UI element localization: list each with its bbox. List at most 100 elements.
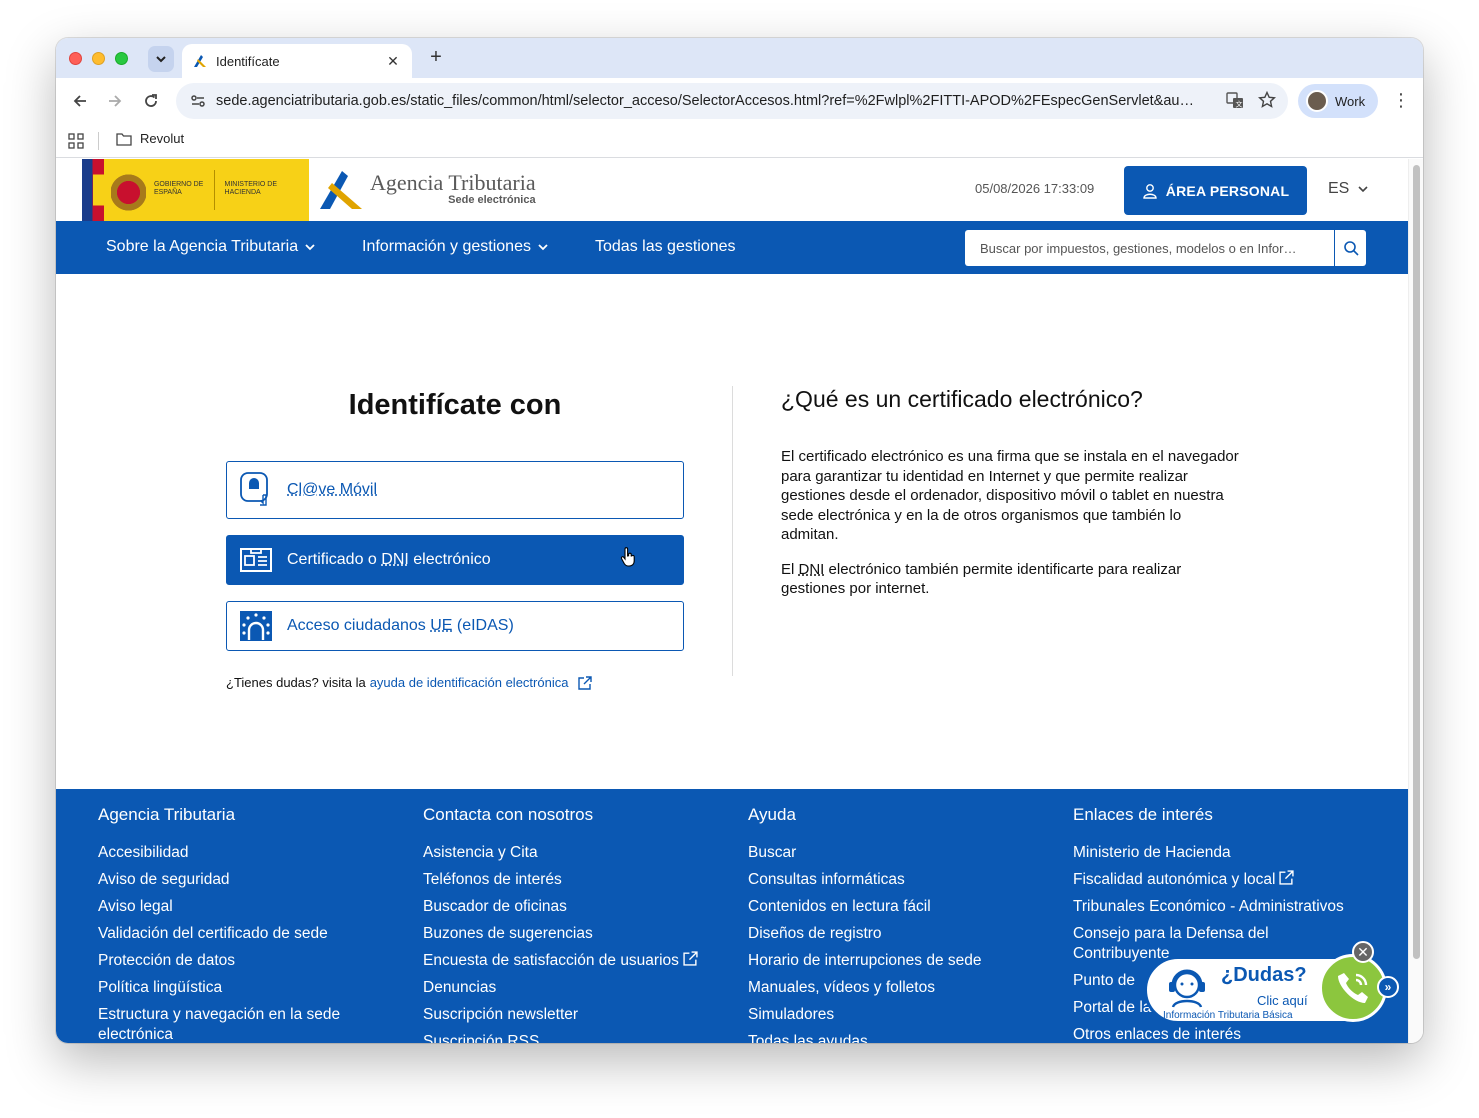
site-info-icon[interactable] bbox=[190, 93, 206, 109]
dudas-subtitle: Información Tributaria Básica bbox=[1163, 1010, 1293, 1021]
bookmark-label: Revolut bbox=[140, 131, 185, 146]
aeat-favicon-icon bbox=[194, 55, 206, 67]
back-button[interactable] bbox=[68, 89, 92, 113]
profile-name: Work bbox=[1335, 93, 1366, 109]
gobierno-logo[interactable]: GOBIERNO DE ESPAÑA MINISTERIO DE HACIEND… bbox=[82, 159, 309, 221]
footer-link[interactable]: Política lingüística bbox=[98, 978, 398, 998]
forward-button[interactable] bbox=[103, 89, 127, 113]
tab-search-button[interactable] bbox=[148, 46, 174, 72]
footer-link[interactable]: Manuales, vídeos y folletos bbox=[748, 978, 1048, 998]
chevron-down-icon bbox=[1358, 186, 1368, 193]
agency-subtitle: Sede electrónica bbox=[448, 194, 536, 206]
eidas-option[interactable]: Acceso ciudadanos UE (eIDAS) bbox=[226, 601, 684, 651]
info-title: ¿Qué es un certificado electrónico? bbox=[781, 386, 1143, 412]
footer-link[interactable]: Aviso legal bbox=[98, 897, 398, 917]
external-link-icon bbox=[1279, 870, 1295, 885]
nav-todas-gestiones[interactable]: Todas las gestiones bbox=[595, 238, 736, 256]
footer-link[interactable]: Diseños de registro bbox=[748, 924, 1048, 944]
footer-link[interactable]: Ministerio de Hacienda bbox=[1073, 843, 1373, 863]
address-bar[interactable]: sede.agenciatributaria.gob.es/static_fil… bbox=[176, 83, 1288, 119]
footer-link[interactable]: Horario de interrupciones de sede bbox=[748, 951, 1048, 971]
option-label: Acceso ciudadanos UE (eIDAS) bbox=[287, 617, 514, 634]
svg-text:文: 文 bbox=[1236, 100, 1243, 109]
help-link[interactable]: ayuda de identificación electrónica bbox=[370, 675, 569, 690]
chevron-down-icon bbox=[305, 244, 315, 251]
browser-menu-icon[interactable]: ⋮ bbox=[1392, 90, 1410, 110]
footer-link[interactable]: Tribunales Económico - Administrativos bbox=[1073, 897, 1373, 917]
aeat-logo[interactable]: Agencia Tributaria Sede electrónica bbox=[318, 167, 536, 211]
area-personal-label: ÁREA PERSONAL bbox=[1165, 182, 1290, 199]
footer-link[interactable]: Suscripción RSS bbox=[423, 1032, 723, 1043]
footer-link[interactable]: Otros enlaces de interés bbox=[1073, 1025, 1373, 1043]
footer-link[interactable]: Accesibilidad bbox=[98, 843, 398, 863]
browser-window: Identifícate ✕ + sede.agenciatributaria.… bbox=[56, 38, 1423, 1043]
bookmarks-bar: Revolut bbox=[56, 124, 1423, 158]
gov-text: GOBIERNO DE ESPAÑA bbox=[153, 181, 204, 196]
footer-link[interactable]: Buscador de oficinas bbox=[423, 897, 723, 917]
footer-link-fiscalidad[interactable]: Fiscalidad autonómica y local bbox=[1073, 870, 1373, 890]
nav-label: Sobre la Agencia Tributaria bbox=[106, 238, 299, 255]
footer-link[interactable]: Protección de datos bbox=[98, 951, 398, 971]
chevron-down-icon bbox=[156, 56, 166, 63]
dudas-close-icon[interactable]: ✕ bbox=[1352, 941, 1374, 963]
footer-heading: Enlaces de interés bbox=[1073, 805, 1213, 824]
coat-of-arms-icon bbox=[110, 165, 146, 215]
eu-stars-icon bbox=[240, 611, 272, 641]
search-button[interactable] bbox=[1334, 230, 1366, 266]
close-window-button[interactable] bbox=[69, 52, 82, 65]
agency-name: Agencia Tributaria bbox=[370, 170, 536, 195]
reload-button[interactable] bbox=[139, 89, 163, 113]
site-search bbox=[965, 230, 1366, 266]
minimize-window-button[interactable] bbox=[92, 52, 105, 65]
info-section: ¿Qué es un certificado electrónico? El c… bbox=[781, 386, 1241, 599]
dudas-title: ¿Dudas? bbox=[1221, 964, 1307, 986]
footer-link[interactable]: Suscripción newsletter bbox=[423, 1005, 723, 1025]
page-scrollbar[interactable] bbox=[1408, 159, 1423, 1043]
apps-grid-icon[interactable] bbox=[68, 133, 84, 149]
footer-link[interactable]: Consultas informáticas bbox=[748, 870, 1048, 890]
dudas-cta: Clic aquí bbox=[1257, 993, 1308, 1008]
footer-heading: Agencia Tributaria bbox=[98, 805, 236, 824]
translate-icon[interactable]: 文 bbox=[1226, 91, 1244, 109]
footer-link[interactable]: Simuladores bbox=[748, 1005, 1048, 1025]
tab-title: Identifícate bbox=[216, 53, 280, 69]
tab-close-icon[interactable]: ✕ bbox=[384, 53, 402, 70]
bookmark-revolut[interactable]: Revolut bbox=[116, 131, 184, 146]
help-text: ¿Tienes dudas? visita la bbox=[226, 675, 366, 690]
area-personal-button[interactable]: ÁREA PERSONAL bbox=[1124, 166, 1307, 215]
footer-link[interactable]: Teléfonos de interés bbox=[423, 870, 723, 890]
footer-link[interactable]: Buscar bbox=[748, 843, 1048, 863]
new-tab-button[interactable]: + bbox=[424, 46, 448, 69]
nav-informacion-gestiones[interactable]: Información y gestiones bbox=[362, 238, 549, 256]
footer-link[interactable]: Aviso de seguridad bbox=[98, 870, 398, 890]
language-label: ES bbox=[1328, 180, 1350, 197]
clave-movil-option[interactable]: Cl@ve Móvil bbox=[226, 461, 684, 519]
footer-link[interactable]: Todas las ayudas bbox=[748, 1032, 1048, 1043]
folder-icon bbox=[116, 132, 132, 146]
site-header: GOBIERNO DE ESPAÑA MINISTERIO DE HACIEND… bbox=[56, 159, 1408, 221]
footer-link[interactable]: Asistencia y Cita bbox=[423, 843, 723, 863]
footer-link[interactable]: Contenidos en lectura fácil bbox=[748, 897, 1048, 917]
search-input[interactable] bbox=[965, 230, 1334, 266]
footer-link[interactable]: Buzones de sugerencias bbox=[423, 924, 723, 944]
certificado-dni-option[interactable]: Certificado o DNI electrónico bbox=[226, 535, 684, 585]
scrollbar-thumb[interactable] bbox=[1413, 165, 1420, 959]
dudas-expand-icon[interactable]: » bbox=[1377, 976, 1399, 998]
language-selector[interactable]: ES bbox=[1328, 180, 1369, 198]
flag-stripe bbox=[82, 159, 104, 221]
current-datetime: 05/08/2026 17:33:09 bbox=[975, 181, 1095, 196]
profile-button[interactable]: Work bbox=[1298, 84, 1378, 118]
footer-link[interactable]: Denuncias bbox=[423, 978, 723, 998]
footer-link[interactable]: Estructura y navegación en la sede elect… bbox=[98, 1005, 368, 1043]
footer-col-ayuda: Ayuda Buscar Consultas informáticas Cont… bbox=[748, 805, 1048, 1043]
footer-heading: Contacta con nosotros bbox=[423, 805, 594, 824]
footer-link-encuesta[interactable]: Encuesta de satisfacción de usuarios bbox=[423, 951, 723, 971]
bookmark-star-icon[interactable] bbox=[1258, 91, 1276, 109]
help-line: ¿Tienes dudas? visita la ayuda de identi… bbox=[226, 675, 593, 690]
external-link-icon bbox=[578, 675, 593, 690]
active-tab[interactable]: Identifícate ✕ bbox=[182, 44, 412, 78]
footer-link[interactable]: Validación del certificado de sede bbox=[98, 924, 398, 944]
search-icon bbox=[1343, 241, 1359, 256]
maximize-window-button[interactable] bbox=[115, 52, 128, 65]
nav-sobre-agencia[interactable]: Sobre la Agencia Tributaria bbox=[106, 238, 316, 256]
